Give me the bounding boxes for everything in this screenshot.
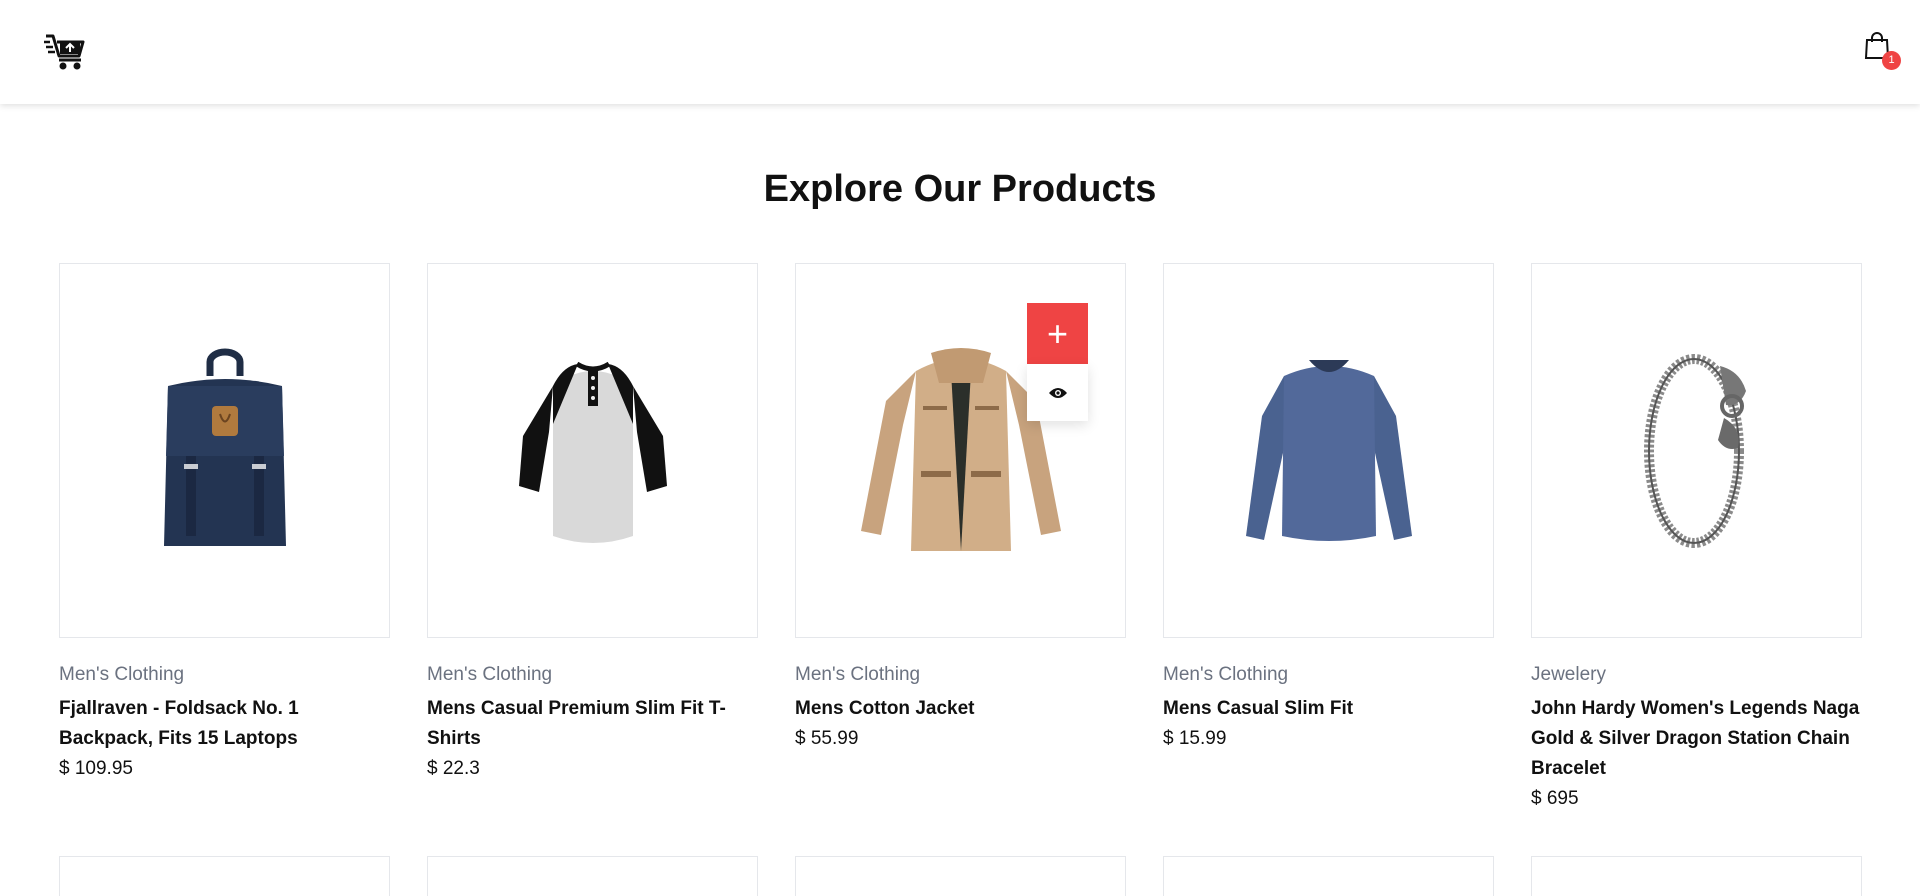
product-card[interactable]: + Men's Clothing Mens Cotton Jacket $ 55… xyxy=(795,263,1126,750)
product-category: Men's Clothing xyxy=(427,664,553,685)
product-price: $ 15.99 xyxy=(1163,728,1227,749)
product-category: Men's Clothing xyxy=(1163,664,1289,685)
shopping-bag-button[interactable]: 1 xyxy=(1863,30,1901,70)
cart-logo-icon[interactable] xyxy=(44,30,86,72)
product-image[interactable]: + xyxy=(795,263,1126,638)
product-image[interactable] xyxy=(1163,263,1494,638)
product-card[interactable]: Men's Clothing Mens Casual Slim Fit $ 15… xyxy=(1163,263,1494,750)
product-price: $ 22.3 xyxy=(427,758,480,779)
backpack-image xyxy=(163,348,286,546)
product-name[interactable]: Mens Casual Premium Slim Fit T-Shirts xyxy=(427,694,758,754)
product-image[interactable] xyxy=(1531,263,1862,638)
product-image[interactable] xyxy=(1163,856,1494,896)
longsleeve-shirt-image xyxy=(1245,359,1412,541)
product-card[interactable]: Men's Clothing Mens Casual Premium Slim … xyxy=(427,263,758,780)
page-title: Explore Our Products xyxy=(763,168,1157,210)
product-card[interactable] xyxy=(795,856,1126,896)
bracelet-image xyxy=(1643,353,1746,548)
product-card[interactable] xyxy=(1163,856,1494,896)
product-category: Men's Clothing xyxy=(795,664,921,685)
site-header: 1 xyxy=(0,0,1920,104)
product-category: Jewelery xyxy=(1531,664,1606,685)
product-price: $ 695 xyxy=(1531,788,1579,809)
product-image[interactable] xyxy=(427,856,758,896)
product-price: $ 109.95 xyxy=(59,758,133,779)
product-price: $ 55.99 xyxy=(795,728,859,749)
product-image[interactable] xyxy=(427,263,758,638)
product-name[interactable]: Fjallraven - Foldsack No. 1 Backpack, Fi… xyxy=(59,694,390,754)
product-image[interactable] xyxy=(59,263,390,638)
product-category: Men's Clothing xyxy=(59,664,185,685)
add-to-cart-button[interactable]: + xyxy=(1027,303,1088,364)
product-card[interactable]: Jewelery John Hardy Women's Legends Naga… xyxy=(1531,263,1862,810)
product-card[interactable]: Men's Clothing Fjallraven - Foldsack No.… xyxy=(59,263,390,780)
eye-icon xyxy=(1048,387,1067,398)
product-name[interactable]: John Hardy Women's Legends Naga Gold & S… xyxy=(1531,694,1862,784)
raglan-tshirt-image xyxy=(518,361,667,543)
product-hover-actions: + xyxy=(1027,303,1088,421)
product-name[interactable]: Mens Casual Slim Fit xyxy=(1163,694,1494,724)
product-image[interactable] xyxy=(59,856,390,896)
product-name[interactable]: Mens Cotton Jacket xyxy=(795,694,1126,724)
product-image[interactable] xyxy=(1531,856,1862,896)
product-card[interactable] xyxy=(59,856,390,896)
view-product-button[interactable] xyxy=(1027,364,1088,421)
product-card[interactable] xyxy=(1531,856,1862,896)
product-image[interactable] xyxy=(795,856,1126,896)
product-card[interactable] xyxy=(427,856,758,896)
cart-count-badge: 1 xyxy=(1882,51,1901,70)
